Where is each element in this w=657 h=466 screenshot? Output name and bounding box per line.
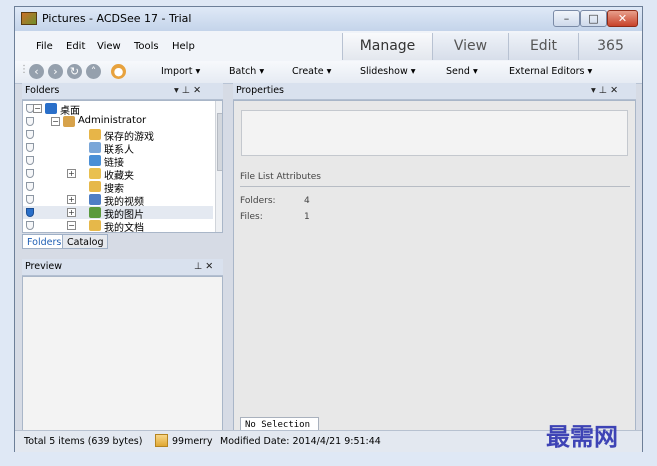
close-button[interactable]: ✕ (607, 10, 638, 27)
tab-365[interactable]: 365 (578, 33, 642, 60)
links-folder-icon (89, 155, 101, 166)
folder-tree: − 桌面 − Administrator 保存的游戏 联系人 链接 + 收藏夹 搜索 + 我的视频 + 我… (22, 100, 223, 233)
tree-item[interactable]: 搜索 (23, 180, 213, 195)
tree-scrollbar[interactable] (215, 101, 222, 232)
tree-item-label: 我的文档 (104, 223, 144, 233)
menu-help[interactable]: Help (172, 41, 195, 52)
tree-item[interactable]: 链接 (23, 154, 213, 169)
minimize-button[interactable]: – (553, 10, 580, 27)
batch-button[interactable]: Batch ▾ (229, 66, 264, 77)
videos-folder-icon (89, 194, 101, 205)
forward-icon[interactable]: › (48, 64, 63, 79)
folders-tab-strip: Folders Catalog (22, 233, 223, 251)
pin-icon[interactable] (26, 169, 34, 178)
folders-panel-header: Folders ▾ ⊥ ✕ (22, 83, 223, 100)
games-folder-icon (89, 129, 101, 140)
up-icon[interactable]: ˄ (86, 64, 101, 79)
tree-item-label: Administrator (78, 115, 147, 126)
pin-icon[interactable] (26, 182, 34, 191)
tab-edit[interactable]: Edit (508, 33, 578, 60)
tree-item[interactable]: − Administrator (23, 115, 213, 128)
pin-icon[interactable] (26, 195, 34, 204)
tab-catalog[interactable]: Catalog (62, 234, 109, 249)
menu-tools[interactable]: Tools (134, 41, 159, 52)
tree-item[interactable]: 保存的游戏 (23, 128, 213, 143)
pin-icon[interactable] (26, 117, 34, 126)
preview-panel-title: Preview (25, 261, 62, 272)
properties-panel-header: Properties ▾ ⊥ ✕ (233, 83, 636, 100)
panel-controls[interactable]: ⊥ ✕ (194, 261, 213, 272)
slideshow-button[interactable]: Slideshow ▾ (360, 66, 416, 77)
create-button[interactable]: Create ▾ (292, 66, 331, 77)
folders-label: Folders: (240, 196, 276, 206)
files-label: Files: (240, 212, 263, 222)
home-icon[interactable]: ● (111, 64, 126, 79)
folder-icon (155, 434, 168, 447)
tab-view[interactable]: View (432, 33, 508, 60)
acdsee-app-icon (21, 12, 37, 25)
search-folder-icon (89, 181, 101, 192)
collapse-icon[interactable]: − (51, 117, 60, 126)
tree-item[interactable]: − 桌面 (23, 102, 213, 117)
toolbar: ⋮ ‹ › ↻ ˄ ● Import ▾ Batch ▾ Create ▾ Sl… (15, 61, 642, 84)
tree-item[interactable]: + 收藏夹 (23, 167, 213, 182)
external-editors-button[interactable]: External Editors ▾ (509, 66, 592, 77)
title-bar[interactable]: Pictures - ACDSee 17 - Trial – □ ✕ (15, 7, 642, 31)
watermark-logo: 最需网 (546, 422, 618, 451)
collapse-icon[interactable]: − (67, 221, 76, 230)
panel-controls[interactable]: ▾ ⊥ ✕ (174, 85, 201, 96)
tree-item[interactable]: − 我的文档 (23, 219, 213, 232)
preview-panel-header: Preview ⊥ ✕ (22, 259, 223, 276)
documents-folder-icon (89, 220, 101, 231)
pin-icon[interactable] (26, 208, 34, 217)
menu-file[interactable]: File (36, 41, 53, 52)
window-title: Pictures - ACDSee 17 - Trial (42, 12, 192, 25)
favorites-folder-icon (89, 168, 101, 179)
tree-item[interactable]: + 我的图片 (23, 206, 213, 221)
attributes-section-title: File List Attributes (240, 172, 321, 182)
send-button[interactable]: Send ▾ (446, 66, 478, 77)
import-button[interactable]: Import ▾ (161, 66, 200, 77)
app-window: Pictures - ACDSee 17 - Trial – □ ✕ File … (14, 6, 643, 452)
expand-icon[interactable]: + (67, 208, 76, 217)
status-modified: Modified Date: 2014/4/21 9:51:44 (220, 436, 381, 447)
menu-bar: File Edit View Tools Help Manage View Ed… (15, 31, 642, 62)
toolbar-grip: ⋮ (19, 64, 29, 75)
menu-view[interactable]: View (97, 41, 121, 52)
tree-item[interactable]: + 我的视频 (23, 193, 213, 208)
maximize-button[interactable]: □ (580, 10, 607, 27)
desktop-icon (45, 103, 57, 114)
preview-area (22, 276, 223, 441)
files-value: 1 (304, 212, 310, 222)
pin-icon[interactable] (26, 130, 34, 139)
status-folder: 99merry (172, 436, 213, 447)
properties-preview-box (241, 110, 628, 156)
pin-icon[interactable] (26, 143, 34, 152)
scrollbar-thumb[interactable] (217, 113, 222, 171)
folders-panel-title: Folders (25, 85, 60, 96)
refresh-icon[interactable]: ↻ (67, 64, 82, 79)
tree-item[interactable]: 联系人 (23, 141, 213, 156)
pin-icon[interactable] (26, 221, 34, 230)
expand-icon[interactable]: + (67, 195, 76, 204)
properties-area: File List Attributes Folders: 4 Files: 1… (233, 100, 636, 441)
status-total: Total 5 items (639 bytes) (24, 436, 143, 447)
properties-panel-title: Properties (236, 85, 285, 96)
section-divider (240, 186, 630, 187)
pictures-folder-icon (89, 207, 101, 218)
folders-value: 4 (304, 196, 310, 206)
pin-icon[interactable] (26, 156, 34, 165)
tab-folders[interactable]: Folders (22, 234, 67, 249)
tab-manage[interactable]: Manage (342, 33, 432, 60)
expand-icon[interactable]: + (67, 169, 76, 178)
contacts-folder-icon (89, 142, 101, 153)
collapse-icon[interactable]: − (33, 104, 42, 113)
back-icon[interactable]: ‹ (29, 64, 44, 79)
panel-controls[interactable]: ▾ ⊥ ✕ (591, 85, 618, 96)
menu-edit[interactable]: Edit (66, 41, 85, 52)
user-folder-icon (63, 116, 75, 127)
